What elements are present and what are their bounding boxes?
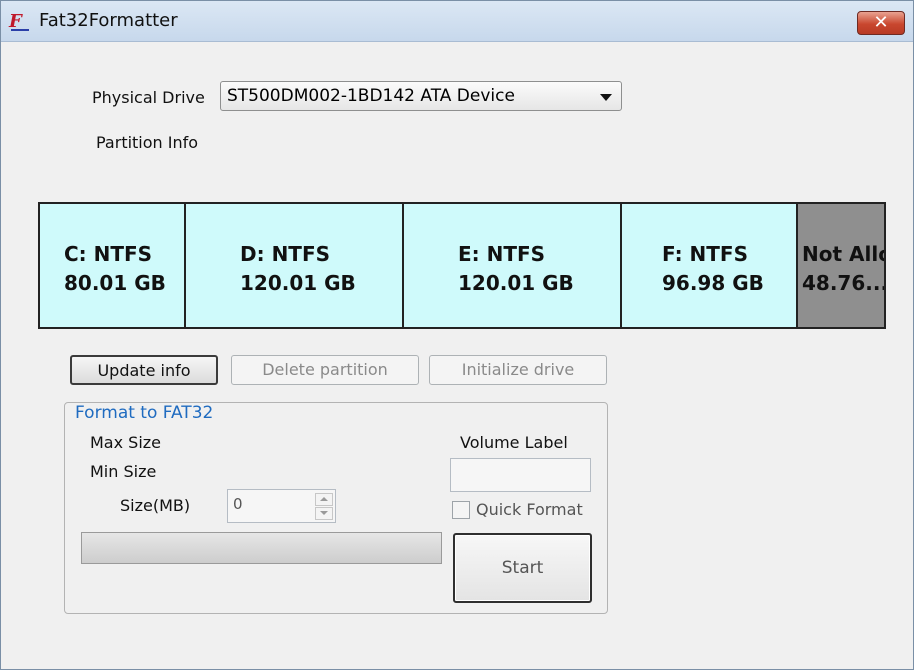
close-button[interactable]: ✕ bbox=[857, 11, 905, 35]
size-stepper[interactable]: 0 bbox=[227, 489, 336, 523]
unallocated-block[interactable]: Not Allo 48.76... bbox=[798, 204, 884, 327]
app-logo-icon: F bbox=[9, 11, 31, 33]
partition-size: 96.98 GB bbox=[662, 271, 764, 295]
update-info-button[interactable]: Update info bbox=[70, 355, 218, 385]
partition-filesystem: E: NTFS bbox=[458, 242, 546, 266]
partition-filesystem: D: NTFS bbox=[240, 242, 331, 266]
partition-block[interactable]: F: NTFS 96.98 GB bbox=[622, 204, 798, 327]
physical-drive-dropdown[interactable]: ST500DM002-1BD142 ATA Device bbox=[220, 81, 622, 111]
partition-size: 80.01 GB bbox=[64, 271, 166, 295]
physical-drive-label: Physical Drive bbox=[92, 88, 205, 107]
title-bar[interactable]: F Fat32Formatter ✕ bbox=[1, 1, 913, 42]
format-group-title: Format to FAT32 bbox=[73, 403, 216, 423]
max-size-label: Max Size bbox=[90, 433, 162, 452]
partition-size: 120.01 GB bbox=[458, 271, 574, 295]
format-progress-bar bbox=[81, 532, 442, 564]
chevron-down-icon bbox=[600, 94, 612, 101]
spin-up-icon[interactable] bbox=[315, 493, 333, 506]
size-mb-label: Size(MB) bbox=[120, 496, 191, 515]
volume-label-input[interactable] bbox=[450, 458, 591, 492]
physical-drive-value: ST500DM002-1BD142 ATA Device bbox=[227, 86, 515, 106]
partition-filesystem: Not Allo bbox=[802, 242, 884, 266]
partition-block[interactable]: D: NTFS 120.01 GB bbox=[186, 204, 404, 327]
volume-label-caption: Volume Label bbox=[460, 433, 568, 452]
partition-filesystem: C: NTFS bbox=[64, 242, 153, 266]
spin-down-icon[interactable] bbox=[315, 507, 333, 520]
quick-format-label: Quick Format bbox=[476, 500, 583, 519]
partition-block[interactable]: E: NTFS 120.01 GB bbox=[404, 204, 622, 327]
app-window: F Fat32Formatter ✕ Physical Drive ST500D… bbox=[0, 0, 914, 670]
partition-info-label: Partition Info bbox=[96, 133, 199, 152]
partition-size: 48.76... bbox=[802, 271, 884, 295]
partition-map: C: NTFS 80.01 GB D: NTFS 120.01 GB E: NT… bbox=[38, 202, 886, 329]
delete-partition-button[interactable]: Delete partition bbox=[231, 355, 419, 385]
size-value: 0 bbox=[233, 495, 243, 513]
start-button[interactable]: Start bbox=[453, 533, 592, 603]
partition-block[interactable]: C: NTFS 80.01 GB bbox=[40, 204, 186, 327]
initialize-drive-button[interactable]: Initialize drive bbox=[429, 355, 607, 385]
partition-filesystem: F: NTFS bbox=[662, 242, 748, 266]
window-title: Fat32Formatter bbox=[39, 10, 178, 31]
min-size-label: Min Size bbox=[90, 462, 157, 481]
partition-size: 120.01 GB bbox=[240, 271, 356, 295]
quick-format-checkbox[interactable] bbox=[452, 501, 470, 519]
